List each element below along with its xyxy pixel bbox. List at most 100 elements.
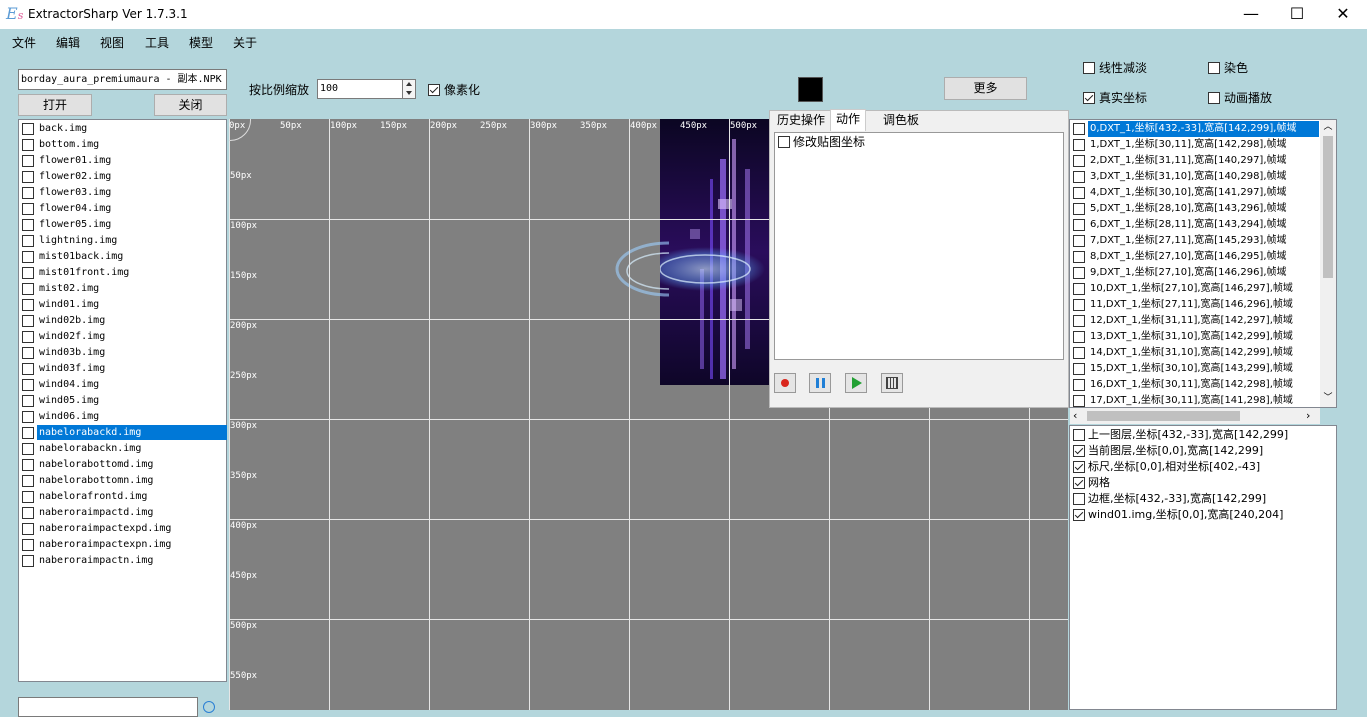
- layer-list-item[interactable]: 当前图层,坐标[0,0],宽高[142,299]: [1071, 443, 1335, 459]
- layer-item-checkbox[interactable]: [1073, 493, 1085, 505]
- file-item-checkbox[interactable]: [22, 331, 34, 343]
- file-item-checkbox[interactable]: [22, 539, 34, 551]
- file-list-item[interactable]: naberoraimpactexpd.img: [20, 521, 225, 536]
- layer-list-item[interactable]: 网格: [1071, 475, 1335, 491]
- file-list-item[interactable]: nabelorabackn.img: [20, 441, 225, 456]
- layer-item-checkbox[interactable]: [1073, 509, 1085, 521]
- file-list-item[interactable]: nabelorafrontd.img: [20, 489, 225, 504]
- frame-item-checkbox[interactable]: [1073, 251, 1085, 263]
- frame-list-item[interactable]: 2,DXT_1,坐标[31,11],宽高[140,297],帧域: [1071, 153, 1319, 169]
- file-list-item[interactable]: wind02f.img: [20, 329, 225, 344]
- frame-list-vscroll-thumb[interactable]: [1323, 136, 1333, 278]
- layer-item-checkbox[interactable]: [1073, 461, 1085, 473]
- file-item-checkbox[interactable]: [22, 347, 34, 359]
- scroll-down-icon[interactable]: ﹀: [1320, 391, 1336, 405]
- layer-item-checkbox[interactable]: [1073, 477, 1085, 489]
- frame-item-checkbox[interactable]: [1073, 331, 1085, 343]
- menu-model[interactable]: 模型: [189, 34, 213, 51]
- more-button[interactable]: 更多: [944, 77, 1027, 100]
- frame-item-checkbox[interactable]: [1073, 379, 1085, 391]
- frame-list-item[interactable]: 16,DXT_1,坐标[30,11],宽高[142,298],帧域: [1071, 377, 1319, 393]
- file-list-item[interactable]: flower01.img: [20, 153, 225, 168]
- frame-list-item[interactable]: 5,DXT_1,坐标[28,10],宽高[143,296],帧域: [1071, 201, 1319, 217]
- file-item-checkbox[interactable]: [22, 283, 34, 295]
- file-item-checkbox[interactable]: [22, 155, 34, 167]
- frame-item-checkbox[interactable]: [1073, 235, 1085, 247]
- file-item-checkbox[interactable]: [22, 203, 34, 215]
- pause-button[interactable]: [809, 373, 831, 393]
- frame-list-item[interactable]: 17,DXT_1,坐标[30,11],宽高[141,298],帧域: [1071, 393, 1319, 407]
- file-list-item[interactable]: naberoraimpactn.img: [20, 553, 225, 568]
- tab-history[interactable]: 历史操作: [772, 111, 830, 130]
- file-list-item[interactable]: mist01front.img: [20, 265, 225, 280]
- dye-checkbox[interactable]: [1208, 62, 1220, 74]
- menu-file[interactable]: 文件: [12, 34, 36, 51]
- scale-input[interactable]: 100: [317, 79, 403, 99]
- frame-item-checkbox[interactable]: [1073, 299, 1085, 311]
- file-list-item[interactable]: flower02.img: [20, 169, 225, 184]
- maximize-button[interactable]: ☐: [1274, 0, 1320, 29]
- frame-list-hscroll-thumb[interactable]: [1087, 411, 1240, 421]
- file-list-item[interactable]: nabelorabackd.img: [20, 425, 227, 440]
- file-list-item[interactable]: lightning.img: [20, 233, 225, 248]
- scroll-up-icon[interactable]: ︿: [1320, 120, 1336, 134]
- frame-list-item[interactable]: 4,DXT_1,坐标[30,10],宽高[141,297],帧域: [1071, 185, 1319, 201]
- menu-tools[interactable]: 工具: [145, 34, 169, 51]
- file-list-item[interactable]: back.img: [20, 121, 225, 136]
- menu-edit[interactable]: 编辑: [56, 34, 80, 51]
- close-window-button[interactable]: ✕: [1320, 0, 1366, 29]
- file-item-checkbox[interactable]: [22, 299, 34, 311]
- file-list-item[interactable]: wind03f.img: [20, 361, 225, 376]
- action-item[interactable]: 修改贴图坐标: [778, 135, 865, 149]
- pixelate-option[interactable]: 像素化: [428, 83, 480, 97]
- tab-action[interactable]: 动作: [830, 109, 867, 131]
- file-list-item[interactable]: nabelorabottomd.img: [20, 457, 225, 472]
- frame-item-checkbox[interactable]: [1073, 155, 1085, 167]
- file-list-item[interactable]: flower03.img: [20, 185, 225, 200]
- frame-list-item[interactable]: 1,DXT_1,坐标[30,11],宽高[142,298],帧域: [1071, 137, 1319, 153]
- frame-list-item[interactable]: 6,DXT_1,坐标[28,11],宽高[143,294],帧域: [1071, 217, 1319, 233]
- frame-item-checkbox[interactable]: [1073, 395, 1085, 407]
- frame-list-item[interactable]: 3,DXT_1,坐标[31,10],宽高[140,298],帧域: [1071, 169, 1319, 185]
- file-item-checkbox[interactable]: [22, 555, 34, 567]
- file-item-checkbox[interactable]: [22, 427, 34, 439]
- file-item-checkbox[interactable]: [22, 491, 34, 503]
- frame-list-item[interactable]: 12,DXT_1,坐标[31,11],宽高[142,297],帧域: [1071, 313, 1319, 329]
- file-item-checkbox[interactable]: [22, 507, 34, 519]
- frame-item-checkbox[interactable]: [1073, 315, 1085, 327]
- file-list-item[interactable]: mist01back.img: [20, 249, 225, 264]
- record-button[interactable]: [774, 373, 796, 393]
- real-coords-checkbox[interactable]: [1083, 92, 1095, 104]
- menu-about[interactable]: 关于: [233, 34, 257, 51]
- img-file-list[interactable]: back.img bottom.img flower01.img flower02.i…: [18, 119, 227, 682]
- frame-item-checkbox[interactable]: [1073, 267, 1085, 279]
- file-item-checkbox[interactable]: [22, 443, 34, 455]
- frame-list[interactable]: 0,DXT_1,坐标[432,-33],宽高[142,299],帧域 1,DXT_…: [1069, 119, 1337, 408]
- file-item-checkbox[interactable]: [22, 395, 34, 407]
- file-item-checkbox[interactable]: [22, 411, 34, 423]
- frame-list-item[interactable]: 9,DXT_1,坐标[27,10],宽高[146,296],帧域: [1071, 265, 1319, 281]
- frame-list-item[interactable]: 11,DXT_1,坐标[27,11],宽高[146,296],帧域: [1071, 297, 1319, 313]
- file-list-item[interactable]: naberoraimpactd.img: [20, 505, 225, 520]
- file-list-item[interactable]: flower05.img: [20, 217, 225, 232]
- file-list-item[interactable]: wind06.img: [20, 409, 225, 424]
- file-item-checkbox[interactable]: [22, 267, 34, 279]
- file-list-item[interactable]: wind02b.img: [20, 313, 225, 328]
- file-item-checkbox[interactable]: [22, 123, 34, 135]
- file-list-item[interactable]: wind04.img: [20, 377, 225, 392]
- frame-item-checkbox[interactable]: [1073, 219, 1085, 231]
- dye-option[interactable]: 染色: [1208, 61, 1248, 75]
- file-list-item[interactable]: mist02.img: [20, 281, 225, 296]
- file-list-item[interactable]: bottom.img: [20, 137, 225, 152]
- file-item-checkbox[interactable]: [22, 219, 34, 231]
- search-icon[interactable]: [203, 701, 215, 713]
- animation-checkbox[interactable]: [1208, 92, 1220, 104]
- file-item-checkbox[interactable]: [22, 523, 34, 535]
- layer-list[interactable]: 上一图层,坐标[432,-33],宽高[142,299] 当前图层,坐标[0,0]…: [1069, 425, 1337, 710]
- layer-list-item[interactable]: 标尺,坐标[0,0],相对坐标[402,-43]: [1071, 459, 1335, 475]
- scale-spinner[interactable]: [402, 79, 416, 99]
- frame-list-hscroll[interactable]: ‹ ›: [1070, 408, 1320, 424]
- color-swatch[interactable]: [798, 77, 823, 102]
- file-list-item[interactable]: wind03b.img: [20, 345, 225, 360]
- spin-down-icon[interactable]: [406, 91, 412, 95]
